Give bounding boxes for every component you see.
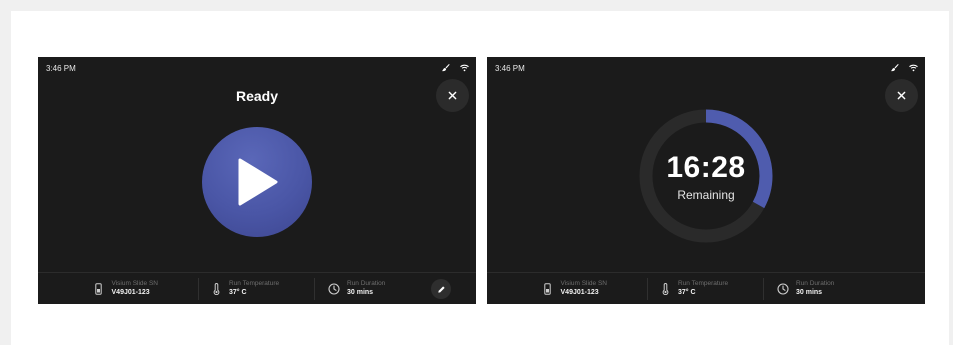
thermometer-icon <box>209 282 223 296</box>
brush-icon <box>890 63 899 72</box>
thermometer-icon <box>658 282 672 296</box>
run-temperature-value: 37° C <box>678 288 696 296</box>
close-icon <box>897 91 906 100</box>
slide-serial-value: V49J01-123 <box>560 288 599 296</box>
play-button[interactable] <box>202 127 312 237</box>
close-button[interactable] <box>885 79 918 112</box>
status-time: 3:46 PM <box>495 64 525 73</box>
status-icons <box>441 63 469 72</box>
edit-button[interactable] <box>431 279 451 299</box>
slide-serial-info: Visium Slide SN V49J01-123 <box>38 273 198 304</box>
clock-icon <box>776 282 790 296</box>
timer-label: Remaining <box>677 187 735 202</box>
slide-serial-value: V49J01-123 <box>111 288 150 296</box>
run-duration-label: Run Duration <box>796 280 835 288</box>
status-time: 3:46 PM <box>46 64 76 73</box>
slide-icon <box>541 282 555 296</box>
run-info-footer: Visium Slide SN V49J01-123 Run Temperatu… <box>487 272 925 304</box>
wifi-icon <box>460 64 469 72</box>
run-temperature-info: Run Temperature 37° C <box>648 273 763 304</box>
run-duration-value: 30 mins <box>796 288 823 296</box>
status-icons <box>890 63 918 72</box>
wifi-icon <box>909 64 918 72</box>
timer-readout: 16:28 Remaining <box>638 108 774 244</box>
play-icon <box>238 158 278 206</box>
clock-icon <box>327 282 341 296</box>
slide-serial-info: Visium Slide SN V49J01-123 <box>487 273 647 304</box>
pencil-icon <box>437 285 445 293</box>
running-screen: 3:46 PM 16:28 Remaining Visium Slide SN … <box>487 57 925 304</box>
slide-icon <box>92 282 106 296</box>
run-duration-info: Run Duration 30 mins <box>315 273 430 304</box>
run-duration-label: Run Duration <box>347 280 386 288</box>
run-temperature-label: Run Temperature <box>678 280 729 288</box>
timer-value: 16:28 <box>666 150 746 184</box>
slide-serial-label: Visium Slide SN <box>111 280 158 288</box>
run-temperature-label: Run Temperature <box>229 280 280 288</box>
status-title: Ready <box>235 88 279 104</box>
ready-screen: 3:46 PM Ready Visium Slide SN V49J01-123 <box>38 57 476 304</box>
run-temperature-info: Run Temperature 37° C <box>199 273 314 304</box>
slide-serial-label: Visium Slide SN <box>560 280 607 288</box>
brush-icon <box>441 63 450 72</box>
run-temperature-value: 37° C <box>229 288 247 296</box>
run-duration-info: Run Duration 30 mins <box>764 273 879 304</box>
run-info-footer: Visium Slide SN V49J01-123 Run Temperatu… <box>38 272 476 304</box>
run-duration-value: 30 mins <box>347 288 374 296</box>
